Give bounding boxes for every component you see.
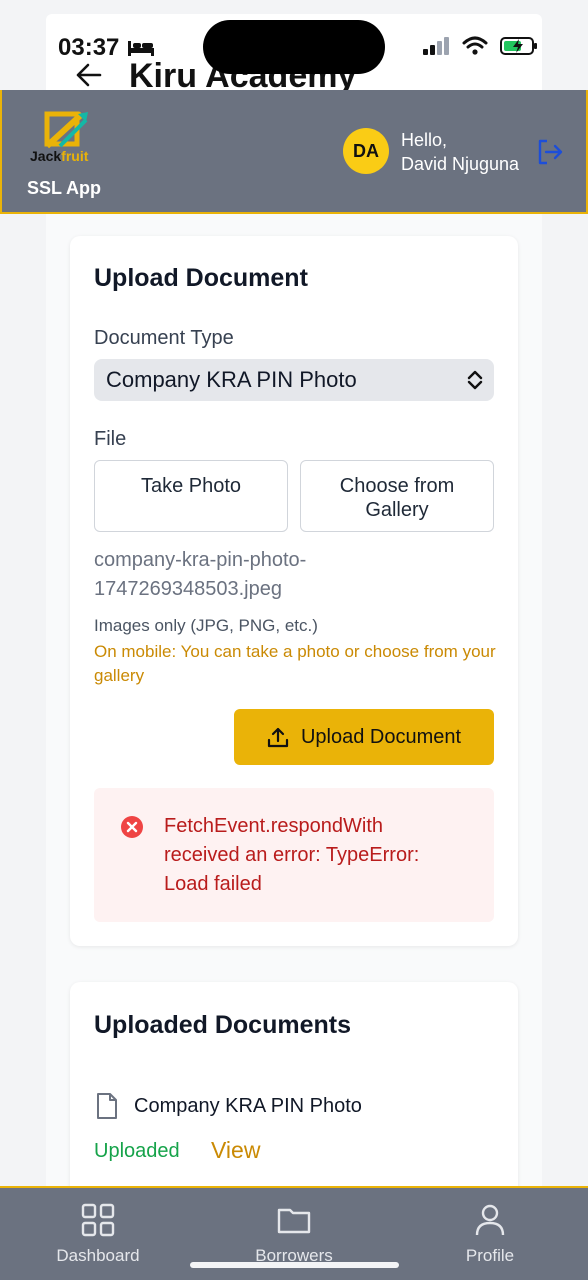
file-name-line1: company-kra-pin-photo- xyxy=(94,549,307,571)
nav-label-dashboard: Dashboard xyxy=(56,1246,140,1265)
file-label: File xyxy=(94,428,127,450)
app-header: Jackfruit SSL App DA Hello, David Njugun… xyxy=(0,90,588,214)
logo-wordmark: Jackfruit xyxy=(30,148,88,164)
file-name-line2: 1747269348503.jpeg xyxy=(94,578,282,600)
document-icon xyxy=(97,1093,117,1119)
document-type-label: Document Type xyxy=(94,327,234,349)
selected-file-name: company-kra-pin-photo- 1747269348503.jpe… xyxy=(94,546,394,604)
nav-item-borrowers[interactable]: Borrowers xyxy=(224,1202,364,1266)
error-message: FetchEvent.respondWith received an error… xyxy=(164,812,464,899)
file-type-hint: Images only (JPG, PNG, etc.) xyxy=(94,616,318,635)
take-photo-button[interactable]: Take Photo xyxy=(94,460,288,532)
document-type-value: Company KRA PIN Photo xyxy=(106,367,357,392)
folder-icon xyxy=(277,1208,311,1234)
error-line2: received an error: TypeError: xyxy=(164,844,420,866)
status-time: 03:37 xyxy=(58,34,155,62)
upload-document-button[interactable]: Upload Document xyxy=(234,709,494,765)
error-alert: FetchEvent.respondWith received an error… xyxy=(94,788,494,922)
nav-label-profile: Profile xyxy=(465,1246,515,1265)
status-time-text: 03:37 xyxy=(58,34,120,61)
dashboard-grid-icon xyxy=(81,1203,115,1237)
nav-item-profile[interactable]: Profile xyxy=(420,1202,560,1266)
upload-document-button-label: Upload Document xyxy=(300,725,462,748)
choose-gallery-label-line1: Choose from xyxy=(339,475,455,497)
chevron-up-down-icon xyxy=(467,370,483,390)
document-type-select[interactable]: Company KRA PIN Photo xyxy=(94,359,494,401)
logout-icon[interactable] xyxy=(536,138,564,166)
status-badge: Uploaded xyxy=(94,1140,180,1162)
upload-document-card: Upload Document Document Type Company KR… xyxy=(70,236,518,946)
take-photo-label: Take Photo xyxy=(140,475,242,497)
avatar[interactable]: DA xyxy=(343,128,389,174)
logo-text-jack: Jack xyxy=(30,148,62,164)
back-arrow-icon[interactable] xyxy=(74,62,102,88)
wifi-icon xyxy=(462,36,488,55)
dynamic-island xyxy=(203,20,385,74)
user-icon xyxy=(475,1204,505,1236)
upload-icon xyxy=(267,727,289,748)
error-line3: Load failed xyxy=(164,873,262,895)
greeting-hello: Hello, xyxy=(401,130,448,150)
list-item: Company KRA PIN Photo xyxy=(94,1092,362,1120)
status-indicators xyxy=(422,36,538,56)
nav-item-dashboard[interactable]: Dashboard xyxy=(28,1202,168,1266)
view-document-link[interactable]: View xyxy=(211,1137,260,1164)
logo-text-fruit: fruit xyxy=(61,148,89,164)
uploaded-doc-name: Company KRA PIN Photo xyxy=(134,1094,362,1117)
greeting-username: David Njuguna xyxy=(401,154,520,174)
app-name: SSL App xyxy=(27,178,102,198)
signal-icon xyxy=(423,37,449,55)
battery-charging-icon xyxy=(500,37,537,55)
user-greeting: Hello, David Njuguna xyxy=(401,128,519,176)
mobile-hint: On mobile: You can take a photo or choos… xyxy=(94,642,496,685)
error-line1: FetchEvent.respondWith xyxy=(164,815,383,837)
choose-gallery-label-line2: Gallery xyxy=(365,499,429,521)
upload-card-title: Upload Document xyxy=(94,264,308,292)
home-indicator[interactable] xyxy=(190,1262,399,1268)
choose-from-gallery-button[interactable]: Choose from Gallery xyxy=(300,460,494,532)
error-x-circle-icon xyxy=(121,816,143,838)
uploaded-card-title: Uploaded Documents xyxy=(94,1011,351,1039)
sleep-focus-icon xyxy=(128,41,155,56)
